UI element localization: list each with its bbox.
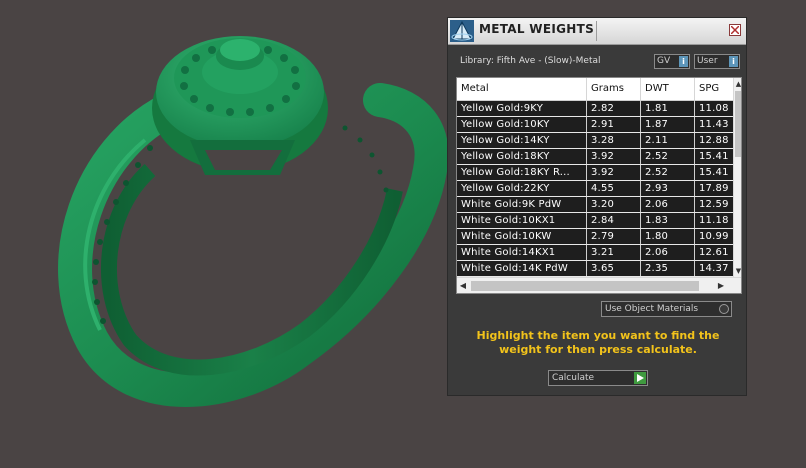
- panel-title: METAL WEIGHTS: [479, 22, 595, 36]
- spg-cell: 14.37: [699, 263, 729, 274]
- play-icon: [634, 372, 646, 384]
- pyramid-icon: [450, 20, 474, 42]
- scroll-up-arrow-icon[interactable]: ▲: [734, 78, 741, 90]
- spg-cell: 11.18: [699, 215, 729, 226]
- spg-cell: 17.89: [699, 183, 729, 194]
- table-row[interactable]: White Gold:10KW 2.79 1.80 10.99: [457, 229, 733, 245]
- user-toggle[interactable]: User i: [694, 54, 740, 69]
- table-row[interactable]: White Gold:14KX1 3.21 2.06 12.61: [457, 245, 733, 261]
- grams-cell: 2.91: [587, 117, 641, 132]
- dwt-cell: 2.06: [641, 197, 695, 212]
- dwt-cell: 2.11: [641, 133, 695, 148]
- table-row[interactable]: Yellow Gold:18KY R... 3.92 2.52 15.41: [457, 165, 733, 181]
- metal-table: Metal Grams DWT SPG Yellow Gold:9KY 2.82…: [456, 77, 742, 294]
- dwt-cell: 1.87: [641, 117, 695, 132]
- scroll-right-arrow-icon[interactable]: ▶: [715, 278, 727, 293]
- spg-cell: 12.88: [699, 135, 729, 146]
- grams-cell: 2.84: [587, 213, 641, 228]
- metal-cell: White Gold:9K PdW: [457, 197, 587, 212]
- spg-cell: 10.99: [699, 231, 729, 242]
- gv-toggle[interactable]: GV i: [654, 54, 690, 69]
- info-icon: i: [679, 56, 688, 67]
- scroll-down-arrow-icon[interactable]: ▼: [734, 265, 741, 277]
- horizontal-scrollbar[interactable]: ◀ ▶: [457, 277, 741, 293]
- table-row[interactable]: Yellow Gold:9KY 2.82 1.81 11.08: [457, 101, 733, 117]
- calculate-button[interactable]: Calculate: [548, 370, 648, 386]
- spg-cell: 15.41: [699, 151, 729, 162]
- calculate-label: Calculate: [552, 373, 595, 383]
- metal-cell: White Gold:14KX1: [457, 245, 587, 260]
- metal-cell: Yellow Gold:18KY: [457, 149, 587, 164]
- column-header-grams[interactable]: Grams: [587, 78, 641, 100]
- dwt-cell: 2.52: [641, 165, 695, 180]
- table-row[interactable]: White Gold:9K PdW 3.20 2.06 12.59: [457, 197, 733, 213]
- table-row[interactable]: Yellow Gold:18KY 3.92 2.52 15.41: [457, 149, 733, 165]
- user-label: User: [697, 56, 718, 66]
- grams-cell: 2.82: [587, 101, 641, 116]
- grams-cell: 3.21: [587, 245, 641, 260]
- table-row[interactable]: White Gold:14K PdW 3.65 2.35 14.37: [457, 261, 733, 277]
- metal-cell: White Gold:10KX1: [457, 213, 587, 228]
- spg-cell: 11.43: [699, 119, 729, 130]
- grams-cell: 3.92: [587, 149, 641, 164]
- grams-cell: 3.28: [587, 133, 641, 148]
- grams-cell: 2.79: [587, 229, 641, 244]
- use-object-materials-label: Use Object Materials: [605, 304, 699, 314]
- grams-cell: 3.92: [587, 165, 641, 180]
- use-object-materials-toggle[interactable]: Use Object Materials: [601, 301, 732, 317]
- metal-cell: White Gold:10KW: [457, 229, 587, 244]
- grams-cell: 3.20: [587, 197, 641, 212]
- metal-cell: Yellow Gold:9KY: [457, 101, 587, 116]
- table-rows: Yellow Gold:9KY 2.82 1.81 11.08 Yellow G…: [457, 101, 733, 277]
- table-row[interactable]: White Gold:10KX1 2.84 1.83 11.18: [457, 213, 733, 229]
- metal-weights-panel: METAL WEIGHTS Library: Fifth Ave - (Slow…: [447, 17, 747, 396]
- metal-cell: White Gold:14K PdW: [457, 261, 587, 276]
- title-separator: [596, 21, 597, 41]
- metal-cell: Yellow Gold:22KY: [457, 181, 587, 196]
- radio-icon: [719, 304, 729, 314]
- metal-cell: Yellow Gold:14KY: [457, 133, 587, 148]
- table-row[interactable]: Yellow Gold:10KY 2.91 1.87 11.43: [457, 117, 733, 133]
- dwt-cell: 2.93: [641, 181, 695, 196]
- grams-cell: 4.55: [587, 181, 641, 196]
- spg-cell: 12.61: [699, 247, 729, 258]
- dwt-cell: 2.35: [641, 261, 695, 276]
- panel-titlebar[interactable]: METAL WEIGHTS: [448, 18, 746, 45]
- vertical-scrollbar[interactable]: ▲ ▼: [733, 78, 741, 277]
- spg-cell: 11.08: [699, 103, 729, 114]
- close-button[interactable]: [729, 24, 741, 36]
- table-header: Metal Grams DWT SPG: [457, 78, 733, 101]
- gv-label: GV: [657, 56, 671, 66]
- scroll-left-arrow-icon[interactable]: ◀: [457, 278, 469, 293]
- table-row[interactable]: Yellow Gold:14KY 3.28 2.11 12.88: [457, 133, 733, 149]
- metal-cell: Yellow Gold:10KY: [457, 117, 587, 132]
- table-row[interactable]: Yellow Gold:22KY 4.55 2.93 17.89: [457, 181, 733, 197]
- dwt-cell: 1.81: [641, 101, 695, 116]
- horizontal-scroll-thumb[interactable]: [471, 281, 699, 291]
- info-icon: i: [729, 56, 738, 67]
- instructions-text: Highlight the item you want to find the …: [476, 329, 720, 356]
- grams-cell: 3.65: [587, 261, 641, 276]
- dwt-cell: 2.06: [641, 245, 695, 260]
- library-label: Library: Fifth Ave - (Slow)-Metal: [460, 56, 601, 66]
- dwt-cell: 1.80: [641, 229, 695, 244]
- close-icon: [731, 26, 739, 34]
- metal-cell: Yellow Gold:18KY R...: [457, 165, 587, 180]
- dwt-cell: 2.52: [641, 149, 695, 164]
- dwt-cell: 1.83: [641, 213, 695, 228]
- vertical-scroll-thumb[interactable]: [735, 91, 741, 157]
- spg-cell: 12.59: [699, 199, 729, 210]
- spg-cell: 15.41: [699, 167, 729, 178]
- column-header-metal[interactable]: Metal: [457, 78, 587, 100]
- column-header-dwt[interactable]: DWT: [641, 78, 695, 100]
- column-header-spg[interactable]: SPG: [695, 78, 733, 100]
